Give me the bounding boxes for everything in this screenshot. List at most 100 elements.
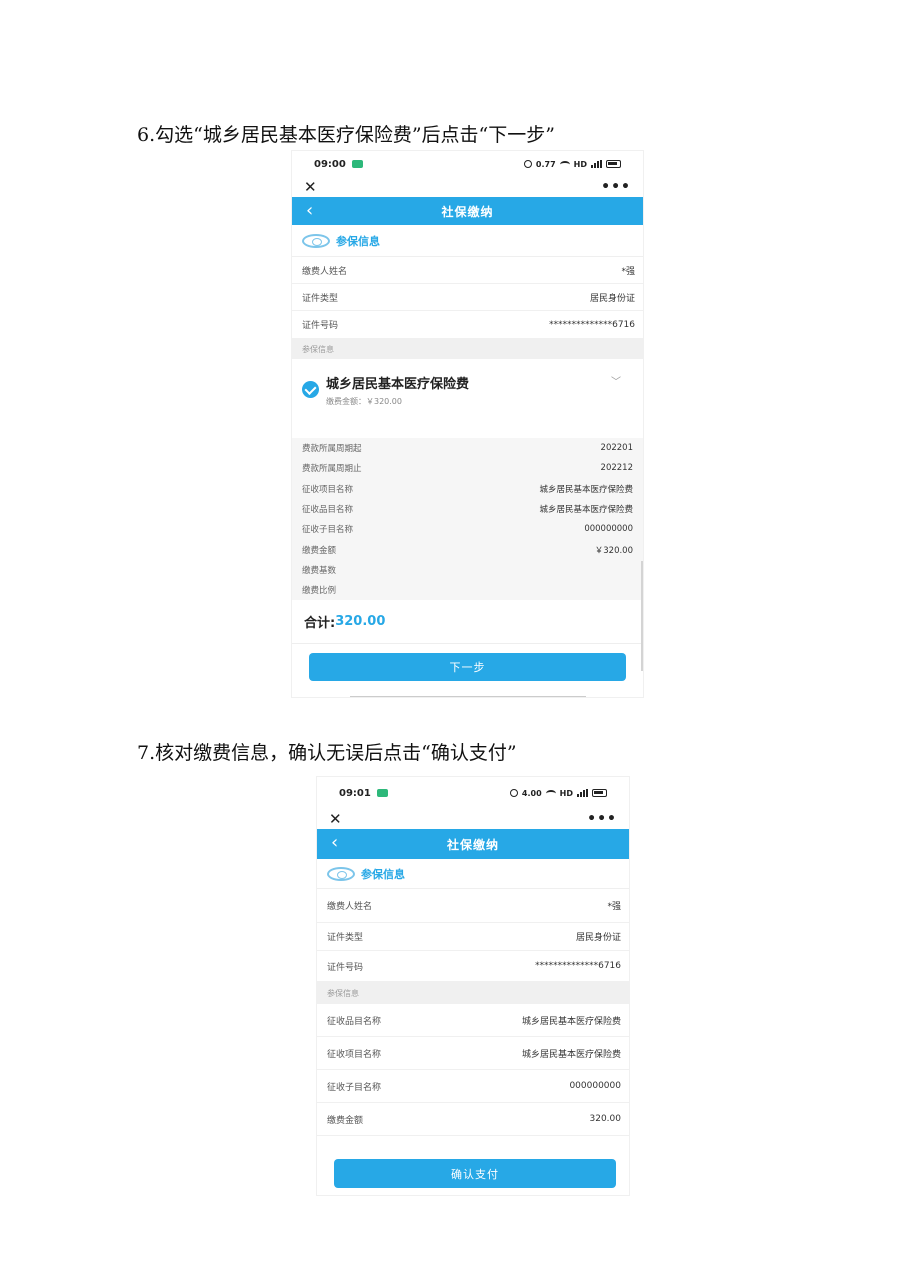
detail-label: 费款所属周期止 bbox=[302, 464, 362, 475]
checked-circle-icon[interactable] bbox=[302, 381, 319, 398]
info-label: 征收品目名称 bbox=[327, 1016, 382, 1027]
battery-icon bbox=[592, 789, 607, 797]
detail-label: 费款所属周期起 bbox=[302, 444, 362, 455]
detail-label: 征收项目名称 bbox=[302, 484, 354, 495]
section-header: 参保信息 bbox=[292, 225, 643, 257]
page-title: 社保缴纳 bbox=[446, 837, 499, 852]
alarm-icon bbox=[509, 789, 518, 797]
page-title: 社保缴纳 bbox=[441, 204, 494, 219]
more-icon[interactable]: ••• bbox=[587, 811, 617, 827]
network-speed: 0.77 bbox=[535, 159, 556, 169]
total-bar: 合计: 320.00 bbox=[292, 600, 643, 645]
phone-screenshot-step-7: 09:01 4.00 HD ✕ ••• ‹ 社保缴纳 参保信息 缴费人姓名 *强… bbox=[316, 776, 630, 1196]
item-title: 城乡居民基本医疗保险费 bbox=[326, 377, 470, 392]
divider bbox=[350, 696, 586, 697]
info-row: 证件类型 居民身份证 bbox=[292, 284, 643, 311]
mini-program-bar: ✕ ••• bbox=[292, 177, 643, 197]
detail-row: 费款所属周期止 202212 bbox=[292, 458, 643, 478]
nav-bar: ‹ 社保缴纳 bbox=[317, 829, 629, 859]
mini-program-bar: ✕ ••• bbox=[317, 809, 629, 829]
back-arrow-icon[interactable]: ‹ bbox=[331, 832, 339, 853]
detail-label: 缴费比例 bbox=[302, 586, 337, 597]
section-title: 参保信息 bbox=[361, 867, 405, 881]
detail-label: 征收品目名称 bbox=[302, 505, 354, 516]
scrollbar[interactable] bbox=[641, 561, 643, 671]
detail-list: 费款所属周期起 202201 费款所属周期止 202212 征收项目名称 城乡居民基本… bbox=[292, 438, 643, 601]
close-icon[interactable]: ✕ bbox=[329, 810, 342, 828]
network-speed: 4.00 bbox=[521, 788, 542, 798]
info-value: 居民身份证 bbox=[575, 933, 621, 943]
info-label: 证件号码 bbox=[327, 962, 364, 973]
info-value: **************6716 bbox=[549, 319, 635, 330]
info-label: 证件类型 bbox=[327, 933, 364, 943]
info-value: 000000000 bbox=[569, 1081, 621, 1091]
detail-row: 费款所属周期起 202201 bbox=[292, 438, 643, 458]
info-label: 证件号码 bbox=[302, 321, 339, 331]
info-row: 征收品目名称 城乡居民基本医疗保险费 bbox=[317, 1004, 629, 1037]
step-6-caption: 6.勾选“城乡居民基本医疗保险费”后点击“下一步” bbox=[137, 124, 555, 146]
section-title: 参保信息 bbox=[336, 234, 380, 248]
detail-row: 缴费金额 ￥320.00 bbox=[292, 539, 643, 559]
section-band: 参保信息 bbox=[317, 982, 629, 1004]
detail-value: 202201 bbox=[600, 443, 633, 454]
wifi-icon bbox=[559, 160, 570, 168]
message-icon bbox=[351, 160, 363, 168]
info-value: 城乡居民基本医疗保险费 bbox=[521, 1016, 621, 1027]
total-label: 合计: bbox=[304, 616, 336, 632]
insurance-badge-icon bbox=[302, 233, 330, 248]
info-label: 缴费人姓名 bbox=[327, 902, 373, 912]
status-time: 09:00 bbox=[314, 158, 346, 170]
close-icon[interactable]: ✕ bbox=[304, 178, 317, 196]
chevron-down-icon[interactable]: ﹀ bbox=[611, 373, 621, 388]
info-value: **************6716 bbox=[535, 961, 621, 971]
section-band: 参保信息 bbox=[292, 339, 643, 359]
info-row: 证件类型 居民身份证 bbox=[317, 923, 629, 951]
info-value: *强 bbox=[621, 266, 635, 277]
info-row: 缴费人姓名 *强 bbox=[292, 257, 643, 284]
item-amount: 缴费金额：￥320.00 bbox=[326, 397, 402, 406]
detail-value: 城乡居民基本医疗保险费 bbox=[539, 484, 633, 495]
signal-icon bbox=[591, 160, 602, 168]
detail-row: 缴费比例 bbox=[292, 580, 643, 600]
info-row: 缴费人姓名 *强 bbox=[317, 889, 629, 923]
status-bar: 09:01 4.00 HD bbox=[317, 777, 629, 809]
info-value: 320.00 bbox=[589, 1114, 622, 1124]
alarm-icon bbox=[523, 160, 532, 168]
insurance-item[interactable]: 城乡居民基本医疗保险费 缴费金额：￥320.00 ﹀ bbox=[292, 359, 643, 438]
detail-row: 缴费基数 bbox=[292, 560, 643, 580]
network-type: HD bbox=[559, 788, 573, 798]
info-value: *强 bbox=[607, 902, 621, 912]
wifi-icon bbox=[545, 789, 556, 797]
back-arrow-icon[interactable]: ‹ bbox=[306, 200, 314, 221]
detail-label: 缴费金额 bbox=[302, 545, 337, 556]
message-icon bbox=[376, 789, 388, 797]
info-value: 城乡居民基本医疗保险费 bbox=[521, 1049, 621, 1060]
step-7-caption: 7.核对缴费信息，确认无误后点击“确认支付” bbox=[137, 742, 517, 764]
info-row: 证件号码 **************6716 bbox=[292, 311, 643, 339]
status-time: 09:01 bbox=[339, 787, 371, 799]
info-label: 征收项目名称 bbox=[327, 1049, 382, 1060]
info-row: 征收子目名称 000000000 bbox=[317, 1070, 629, 1103]
info-row: 征收项目名称 城乡居民基本医疗保险费 bbox=[317, 1037, 629, 1070]
detail-value: ￥320.00 bbox=[594, 545, 633, 556]
status-bar: 09:00 0.77 HD bbox=[292, 151, 643, 177]
more-icon[interactable]: ••• bbox=[601, 179, 631, 195]
detail-label: 征收子目名称 bbox=[302, 525, 354, 536]
total-amount: 320.00 bbox=[335, 614, 386, 630]
info-row: 缴费金额 320.00 bbox=[317, 1103, 629, 1136]
battery-icon bbox=[606, 160, 621, 168]
confirm-pay-button[interactable]: 确认支付 bbox=[334, 1159, 616, 1188]
detail-label: 缴费基数 bbox=[302, 565, 337, 576]
info-value: 居民身份证 bbox=[589, 293, 635, 304]
info-label: 缴费人姓名 bbox=[302, 266, 348, 277]
detail-value: 城乡居民基本医疗保险费 bbox=[539, 505, 633, 516]
detail-row: 征收子目名称 000000000 bbox=[292, 519, 643, 539]
phone-screenshot-step-6: 09:00 0.77 HD ✕ ••• ‹ 社保缴纳 参保信息 缴费人姓名 *强… bbox=[291, 150, 644, 698]
signal-icon bbox=[577, 789, 588, 797]
detail-row: 征收项目名称 城乡居民基本医疗保险费 bbox=[292, 479, 643, 499]
info-label: 征收子目名称 bbox=[327, 1082, 382, 1093]
info-label: 缴费金额 bbox=[327, 1115, 364, 1126]
info-row: 证件号码 **************6716 bbox=[317, 951, 629, 982]
section-header: 参保信息 bbox=[317, 859, 629, 889]
next-step-button[interactable]: 下一步 bbox=[309, 653, 626, 681]
